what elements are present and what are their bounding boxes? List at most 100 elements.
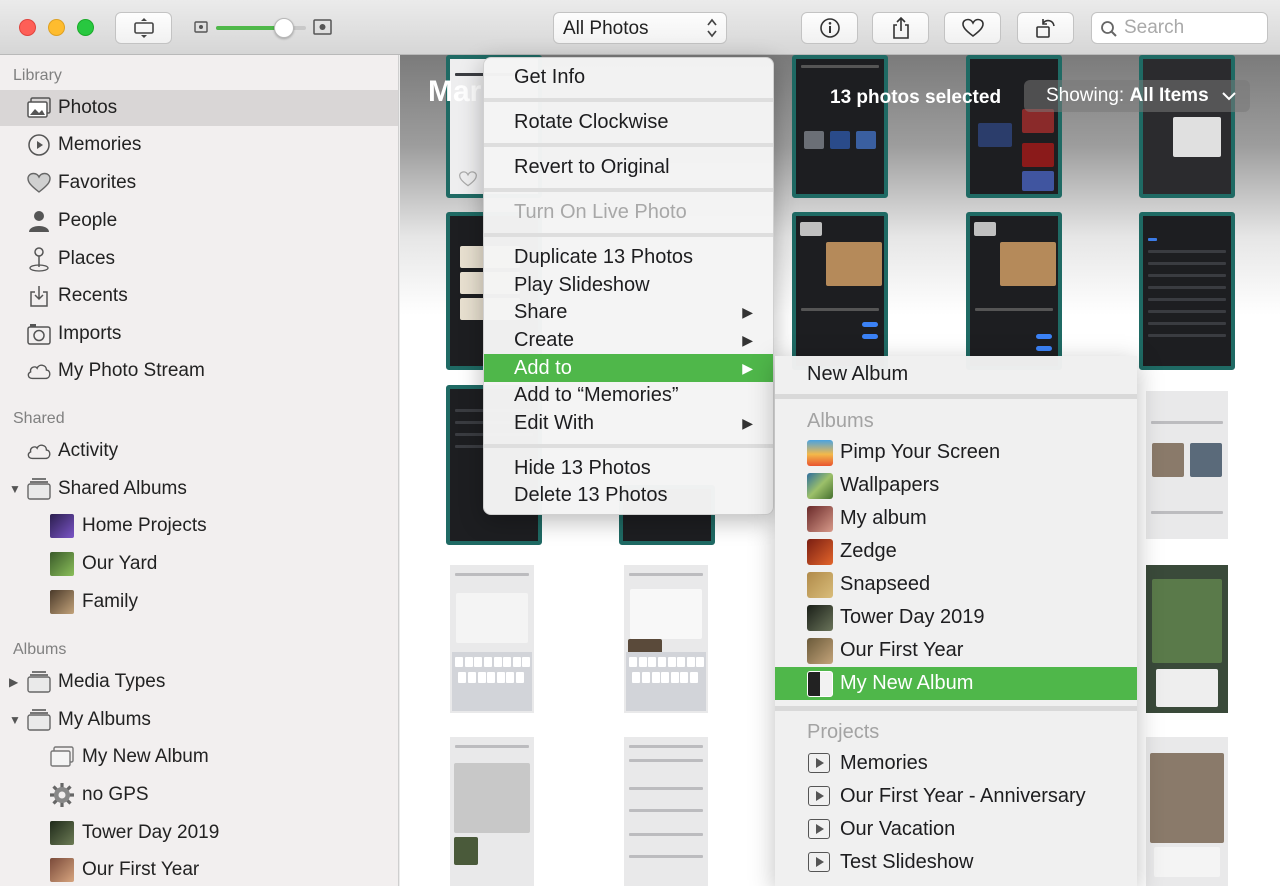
album-thumb-icon xyxy=(49,589,75,615)
view-filter-popup[interactable]: All Photos xyxy=(553,12,727,44)
photo-thumbnail[interactable] xyxy=(624,565,708,713)
menu-item-edit-with[interactable]: Edit With ▶ xyxy=(484,409,773,437)
menu-item-add-to-memories[interactable]: Add to “Memories” xyxy=(484,381,773,409)
sidebar-item-people[interactable]: People xyxy=(0,203,398,239)
search-input[interactable] xyxy=(1124,16,1262,40)
sidebar-item-family[interactable]: Family xyxy=(0,584,398,620)
submenu-item-album[interactable]: Pimp Your Screen xyxy=(775,436,1137,469)
photo-thumbnail[interactable] xyxy=(792,212,888,370)
slideshow-icon xyxy=(808,852,830,872)
zoom-slider-knob[interactable] xyxy=(273,18,294,38)
disclosure-triangle-collapsed-icon[interactable]: ▶ xyxy=(9,675,18,689)
submenu-item-album[interactable]: Tower Day 2019 xyxy=(775,601,1137,634)
section-title: Mar xyxy=(428,75,482,108)
submenu-item-project[interactable]: Our First Year - Anniversary xyxy=(775,780,1137,813)
album-thumb-icon xyxy=(807,473,833,499)
submenu-item-album[interactable]: Our First Year xyxy=(775,634,1137,667)
submenu-arrow-icon: ▶ xyxy=(742,360,753,376)
sidebar-item-my-albums[interactable]: ▼ My Albums xyxy=(0,702,398,738)
sidebar-item-our-yard[interactable]: Our Yard xyxy=(0,546,398,582)
photo-thumbnail[interactable] xyxy=(792,55,888,198)
showing-filter-button[interactable]: Showing: All Items xyxy=(1024,80,1250,112)
window-minimize-button[interactable] xyxy=(48,19,65,36)
menu-item-delete[interactable]: Delete 13 Photos xyxy=(484,481,773,509)
add-to-submenu: New Album Albums Pimp Your Screen Wallpa… xyxy=(775,356,1137,886)
photo-thumbnail[interactable] xyxy=(1146,737,1228,886)
sidebar-item-media-types[interactable]: ▶ Media Types xyxy=(0,664,398,700)
sidebar-item-label: My Photo Stream xyxy=(58,360,205,381)
sidebar-item-recents[interactable]: Recents xyxy=(0,278,398,314)
album-thumb-icon xyxy=(807,638,833,664)
search-field[interactable] xyxy=(1091,12,1268,44)
submenu-item-project[interactable]: Memories xyxy=(775,747,1137,780)
photo-thumbnail[interactable] xyxy=(1139,212,1235,370)
sidebar-item-my-new-album[interactable]: My New Album xyxy=(0,739,398,775)
rotate-button[interactable] xyxy=(1017,12,1074,44)
menu-item-label: Add to xyxy=(514,357,572,379)
menu-item-add-to[interactable]: Add to ▶ xyxy=(484,354,773,382)
menu-item-hide[interactable]: Hide 13 Photos xyxy=(484,454,773,482)
gear-icon xyxy=(49,782,75,808)
submenu-item-label: Tower Day 2019 xyxy=(840,606,985,628)
album-icon xyxy=(49,744,75,770)
submenu-arrow-icon: ▶ xyxy=(742,304,753,320)
sidebar-item-tower-day-2019[interactable]: Tower Day 2019 xyxy=(0,815,398,851)
sidebar-item-label: My New Album xyxy=(82,746,209,767)
share-icon xyxy=(892,16,909,39)
sidebar-item-favorites[interactable]: Favorites xyxy=(0,165,398,201)
photo-thumbnail[interactable] xyxy=(450,565,534,713)
photo-thumbnail[interactable] xyxy=(624,737,708,886)
submenu-item-my-new-album[interactable]: My New Album xyxy=(775,667,1137,700)
menu-item-duplicate[interactable]: Duplicate 13 Photos xyxy=(484,243,773,271)
photo-thumbnail[interactable] xyxy=(1146,391,1228,539)
menu-item-create[interactable]: Create ▶ xyxy=(484,326,773,354)
menu-item-play-slideshow[interactable]: Play Slideshow xyxy=(484,271,773,299)
submenu-item-album[interactable]: Zedge xyxy=(775,535,1137,568)
submenu-item-album[interactable]: Snapseed xyxy=(775,568,1137,601)
sidebar-item-places[interactable]: Places xyxy=(0,241,398,277)
favorite-button[interactable] xyxy=(944,12,1001,44)
zoom-slider[interactable] xyxy=(216,18,306,38)
chevron-down-icon xyxy=(1222,92,1236,101)
photo-thumbnail[interactable] xyxy=(966,212,1062,370)
sidebar-item-shared-albums[interactable]: ▼ Shared Albums xyxy=(0,471,398,507)
cloud-icon xyxy=(26,358,52,384)
info-button[interactable] xyxy=(801,12,858,44)
sidebar-item-photos[interactable]: Photos xyxy=(0,90,398,126)
sidebar-item-my-photo-stream[interactable]: My Photo Stream xyxy=(0,353,398,389)
submenu-item-project[interactable]: Our Vacation xyxy=(775,813,1137,846)
sidebar-item-label: People xyxy=(58,210,118,231)
sidebar-item-memories[interactable]: Memories xyxy=(0,127,398,163)
menu-item-get-info[interactable]: Get Info xyxy=(484,63,773,91)
window-zoom-button[interactable] xyxy=(77,19,94,36)
photo-thumbnail[interactable] xyxy=(1146,565,1228,713)
disclosure-triangle-expanded-icon[interactable]: ▼ xyxy=(9,482,21,496)
menu-item-share[interactable]: Share ▶ xyxy=(484,298,773,326)
sidebar-item-activity[interactable]: Activity xyxy=(0,433,398,469)
sidebar-item-no-gps[interactable]: no GPS xyxy=(0,777,398,813)
menu-item-rotate-clockwise[interactable]: Rotate Clockwise xyxy=(484,108,773,136)
share-button[interactable] xyxy=(872,12,929,44)
sidebar-item-our-first-year[interactable]: Our First Year xyxy=(0,852,398,886)
submenu-item-new-album[interactable]: New Album xyxy=(775,358,1137,391)
sidebar-item-imports[interactable]: Imports xyxy=(0,316,398,352)
submenu-item-project[interactable]: Test Slideshow xyxy=(775,846,1137,879)
heart-icon xyxy=(961,18,984,38)
disclosure-triangle-expanded-icon[interactable]: ▼ xyxy=(9,713,21,727)
submenu-item-label: Our First Year - Anniversary xyxy=(840,785,1086,807)
photo-thumbnail[interactable] xyxy=(966,55,1062,198)
photo-thumbnail[interactable] xyxy=(450,737,534,886)
menu-item-turn-on-live-photo: Turn On Live Photo xyxy=(514,201,687,223)
submenu-item-label: Our Vacation xyxy=(840,818,956,840)
sidebar-item-label: Activity xyxy=(58,440,119,461)
memories-icon xyxy=(26,132,52,158)
menu-item-revert-to-original[interactable]: Revert to Original xyxy=(484,153,773,181)
sidebar-item-home-projects[interactable]: Home Projects xyxy=(0,508,398,544)
sidebar-toggle-button[interactable] xyxy=(115,12,172,44)
photo-thumbnail[interactable] xyxy=(1139,55,1235,198)
album-thumb-icon xyxy=(807,572,833,598)
submenu-item-album[interactable]: My album xyxy=(775,502,1137,535)
window-close-button[interactable] xyxy=(19,19,36,36)
pin-icon xyxy=(26,246,52,272)
submenu-item-album[interactable]: Wallpapers xyxy=(775,469,1137,502)
